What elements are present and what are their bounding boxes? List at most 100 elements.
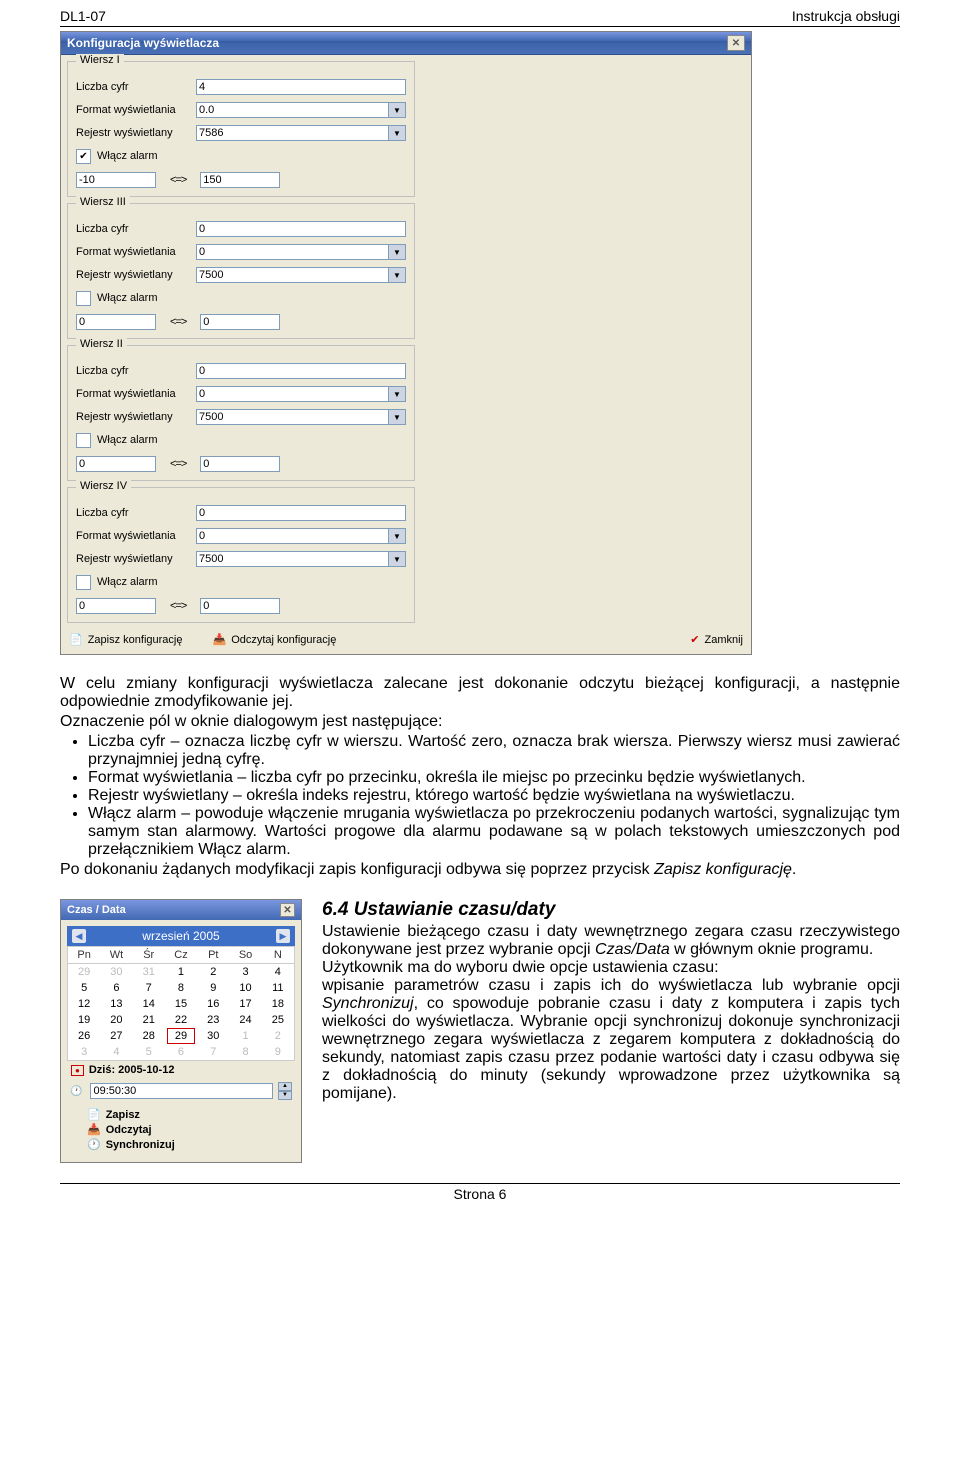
save-config-button[interactable]: Zapisz konfigurację bbox=[69, 633, 182, 646]
read-icon bbox=[87, 1123, 101, 1136]
alarm-max-input[interactable] bbox=[200, 314, 280, 330]
calendar-day[interactable]: 26 bbox=[68, 1028, 100, 1044]
liczba-input[interactable] bbox=[196, 363, 406, 379]
alarm-min-input[interactable] bbox=[76, 314, 156, 330]
chevron-down-icon: ▼ bbox=[389, 267, 406, 283]
section-body: Ustawienie bieżącego czasu i daty wewnęt… bbox=[322, 923, 900, 1103]
alarm-min-input[interactable] bbox=[76, 598, 156, 614]
day-header: Pt bbox=[197, 947, 229, 963]
format-combo[interactable]: ▼ bbox=[196, 244, 406, 260]
format-combo[interactable]: ▼ bbox=[196, 386, 406, 402]
calendar-day[interactable]: 4 bbox=[100, 1044, 132, 1060]
chevron-down-icon: ▼ bbox=[389, 409, 406, 425]
bullet-item: Liczba cyfr – oznacza liczbę cyfr w wier… bbox=[88, 733, 900, 769]
liczba-label: Liczba cyfr bbox=[76, 507, 196, 519]
liczba-input[interactable] bbox=[196, 79, 406, 95]
calendar-day[interactable]: 20 bbox=[100, 1012, 132, 1028]
chevron-down-icon: ▼ bbox=[389, 551, 406, 567]
calendar-day[interactable]: 7 bbox=[133, 980, 165, 996]
calendar-day[interactable]: 17 bbox=[229, 996, 261, 1012]
sync-button[interactable]: Synchronizuj bbox=[87, 1138, 275, 1151]
calendar-day[interactable]: 30 bbox=[197, 1028, 229, 1044]
calendar-day[interactable]: 19 bbox=[68, 1012, 100, 1028]
calendar-day[interactable]: 31 bbox=[133, 964, 165, 980]
alarm-max-input[interactable] bbox=[200, 456, 280, 472]
dialog-titlebar: Konfiguracja wyświetlacza ✕ bbox=[61, 32, 751, 55]
format-combo[interactable]: ▼ bbox=[196, 102, 406, 118]
calendar-day[interactable]: 11 bbox=[262, 980, 294, 996]
time-spinner[interactable]: ▲▼ bbox=[278, 1082, 292, 1100]
calendar-day[interactable]: 16 bbox=[197, 996, 229, 1012]
liczba-label: Liczba cyfr bbox=[76, 81, 196, 93]
read-config-button[interactable]: Odczytaj konfigurację bbox=[212, 633, 336, 646]
range-arrows: <=> bbox=[170, 174, 186, 186]
prev-month-button[interactable]: ◀ bbox=[72, 929, 86, 943]
format-combo[interactable]: ▼ bbox=[196, 528, 406, 544]
read-time-button[interactable]: Odczytaj bbox=[87, 1123, 275, 1136]
save-time-button[interactable]: Zapisz bbox=[87, 1108, 275, 1121]
alarm-checkbox[interactable] bbox=[76, 575, 91, 590]
calendar-day[interactable]: 8 bbox=[165, 980, 197, 996]
group-title: Wiersz II bbox=[76, 338, 127, 350]
calendar-day[interactable]: 1 bbox=[165, 964, 197, 980]
calendar-day[interactable]: 14 bbox=[133, 996, 165, 1012]
alarm-checkbox[interactable] bbox=[76, 433, 91, 448]
rejestr-label: Rejestr wyświetlany bbox=[76, 411, 196, 423]
calendar-day[interactable]: 27 bbox=[100, 1028, 132, 1044]
close-icon[interactable]: ✕ bbox=[280, 903, 295, 917]
calendar-day[interactable]: 3 bbox=[68, 1044, 100, 1060]
calendar-day[interactable]: 5 bbox=[133, 1044, 165, 1060]
calendar-day[interactable]: 24 bbox=[229, 1012, 261, 1028]
calendar-day[interactable]: 8 bbox=[229, 1044, 261, 1060]
range-arrows: <=> bbox=[170, 600, 186, 612]
paragraph: W celu zmiany konfiguracji wyświetlacza … bbox=[60, 675, 900, 711]
alarm-checkbox[interactable] bbox=[76, 291, 91, 306]
calendar-day[interactable]: 2 bbox=[262, 1028, 294, 1044]
calendar-day[interactable]: 23 bbox=[197, 1012, 229, 1028]
chevron-down-icon: ▼ bbox=[389, 386, 406, 402]
calendar-day[interactable]: 9 bbox=[262, 1044, 294, 1060]
alarm-checkbox[interactable]: ✔ bbox=[76, 149, 91, 164]
calendar-day[interactable]: 22 bbox=[165, 1012, 197, 1028]
calendar-day[interactable]: 12 bbox=[68, 996, 100, 1012]
rejestr-combo[interactable]: ▼ bbox=[196, 409, 406, 425]
rejestr-combo[interactable]: ▼ bbox=[196, 267, 406, 283]
section-heading: 6.4 Ustawianie czasu/daty bbox=[322, 899, 900, 921]
calendar-day[interactable]: 3 bbox=[229, 964, 261, 980]
close-icon[interactable]: ✕ bbox=[727, 35, 745, 51]
alarm-min-input[interactable] bbox=[76, 172, 156, 188]
liczba-input[interactable] bbox=[196, 505, 406, 521]
alarm-max-input[interactable] bbox=[200, 172, 280, 188]
calendar-day[interactable]: 29 bbox=[68, 964, 100, 980]
alarm-label: Włącz alarm bbox=[97, 434, 158, 446]
rejestr-combo[interactable]: ▼ bbox=[196, 125, 406, 141]
calendar-day[interactable]: 6 bbox=[165, 1044, 197, 1060]
rejestr-combo[interactable]: ▼ bbox=[196, 551, 406, 567]
calendar-day[interactable]: 28 bbox=[133, 1028, 165, 1044]
next-month-button[interactable]: ▶ bbox=[276, 929, 290, 943]
alarm-min-input[interactable] bbox=[76, 456, 156, 472]
day-header: Wt bbox=[100, 947, 132, 963]
datetime-dialog: Czas / Data ✕ ◀ wrzesień 2005 ▶ PnWtŚrCz… bbox=[60, 899, 302, 1163]
calendar-day[interactable]: 6 bbox=[100, 980, 132, 996]
calendar-day[interactable]: 18 bbox=[262, 996, 294, 1012]
save-icon bbox=[69, 633, 83, 646]
calendar-day[interactable]: 2 bbox=[197, 964, 229, 980]
calendar-day[interactable]: 1 bbox=[229, 1028, 261, 1044]
calendar-day[interactable]: 15 bbox=[165, 996, 197, 1012]
calendar-day[interactable]: 13 bbox=[100, 996, 132, 1012]
calendar-day[interactable]: 5 bbox=[68, 980, 100, 996]
liczba-input[interactable] bbox=[196, 221, 406, 237]
format-label: Format wyświetlania bbox=[76, 246, 196, 258]
calendar-day[interactable]: 29 bbox=[165, 1028, 197, 1044]
close-button[interactable]: Zamknij bbox=[690, 633, 743, 646]
alarm-max-input[interactable] bbox=[200, 598, 280, 614]
calendar-day[interactable]: 7 bbox=[197, 1044, 229, 1060]
calendar-day[interactable]: 9 bbox=[197, 980, 229, 996]
time-input[interactable] bbox=[90, 1083, 273, 1099]
calendar-day[interactable]: 21 bbox=[133, 1012, 165, 1028]
calendar-day[interactable]: 30 bbox=[100, 964, 132, 980]
calendar-day[interactable]: 25 bbox=[262, 1012, 294, 1028]
calendar-day[interactable]: 4 bbox=[262, 964, 294, 980]
calendar-day[interactable]: 10 bbox=[229, 980, 261, 996]
